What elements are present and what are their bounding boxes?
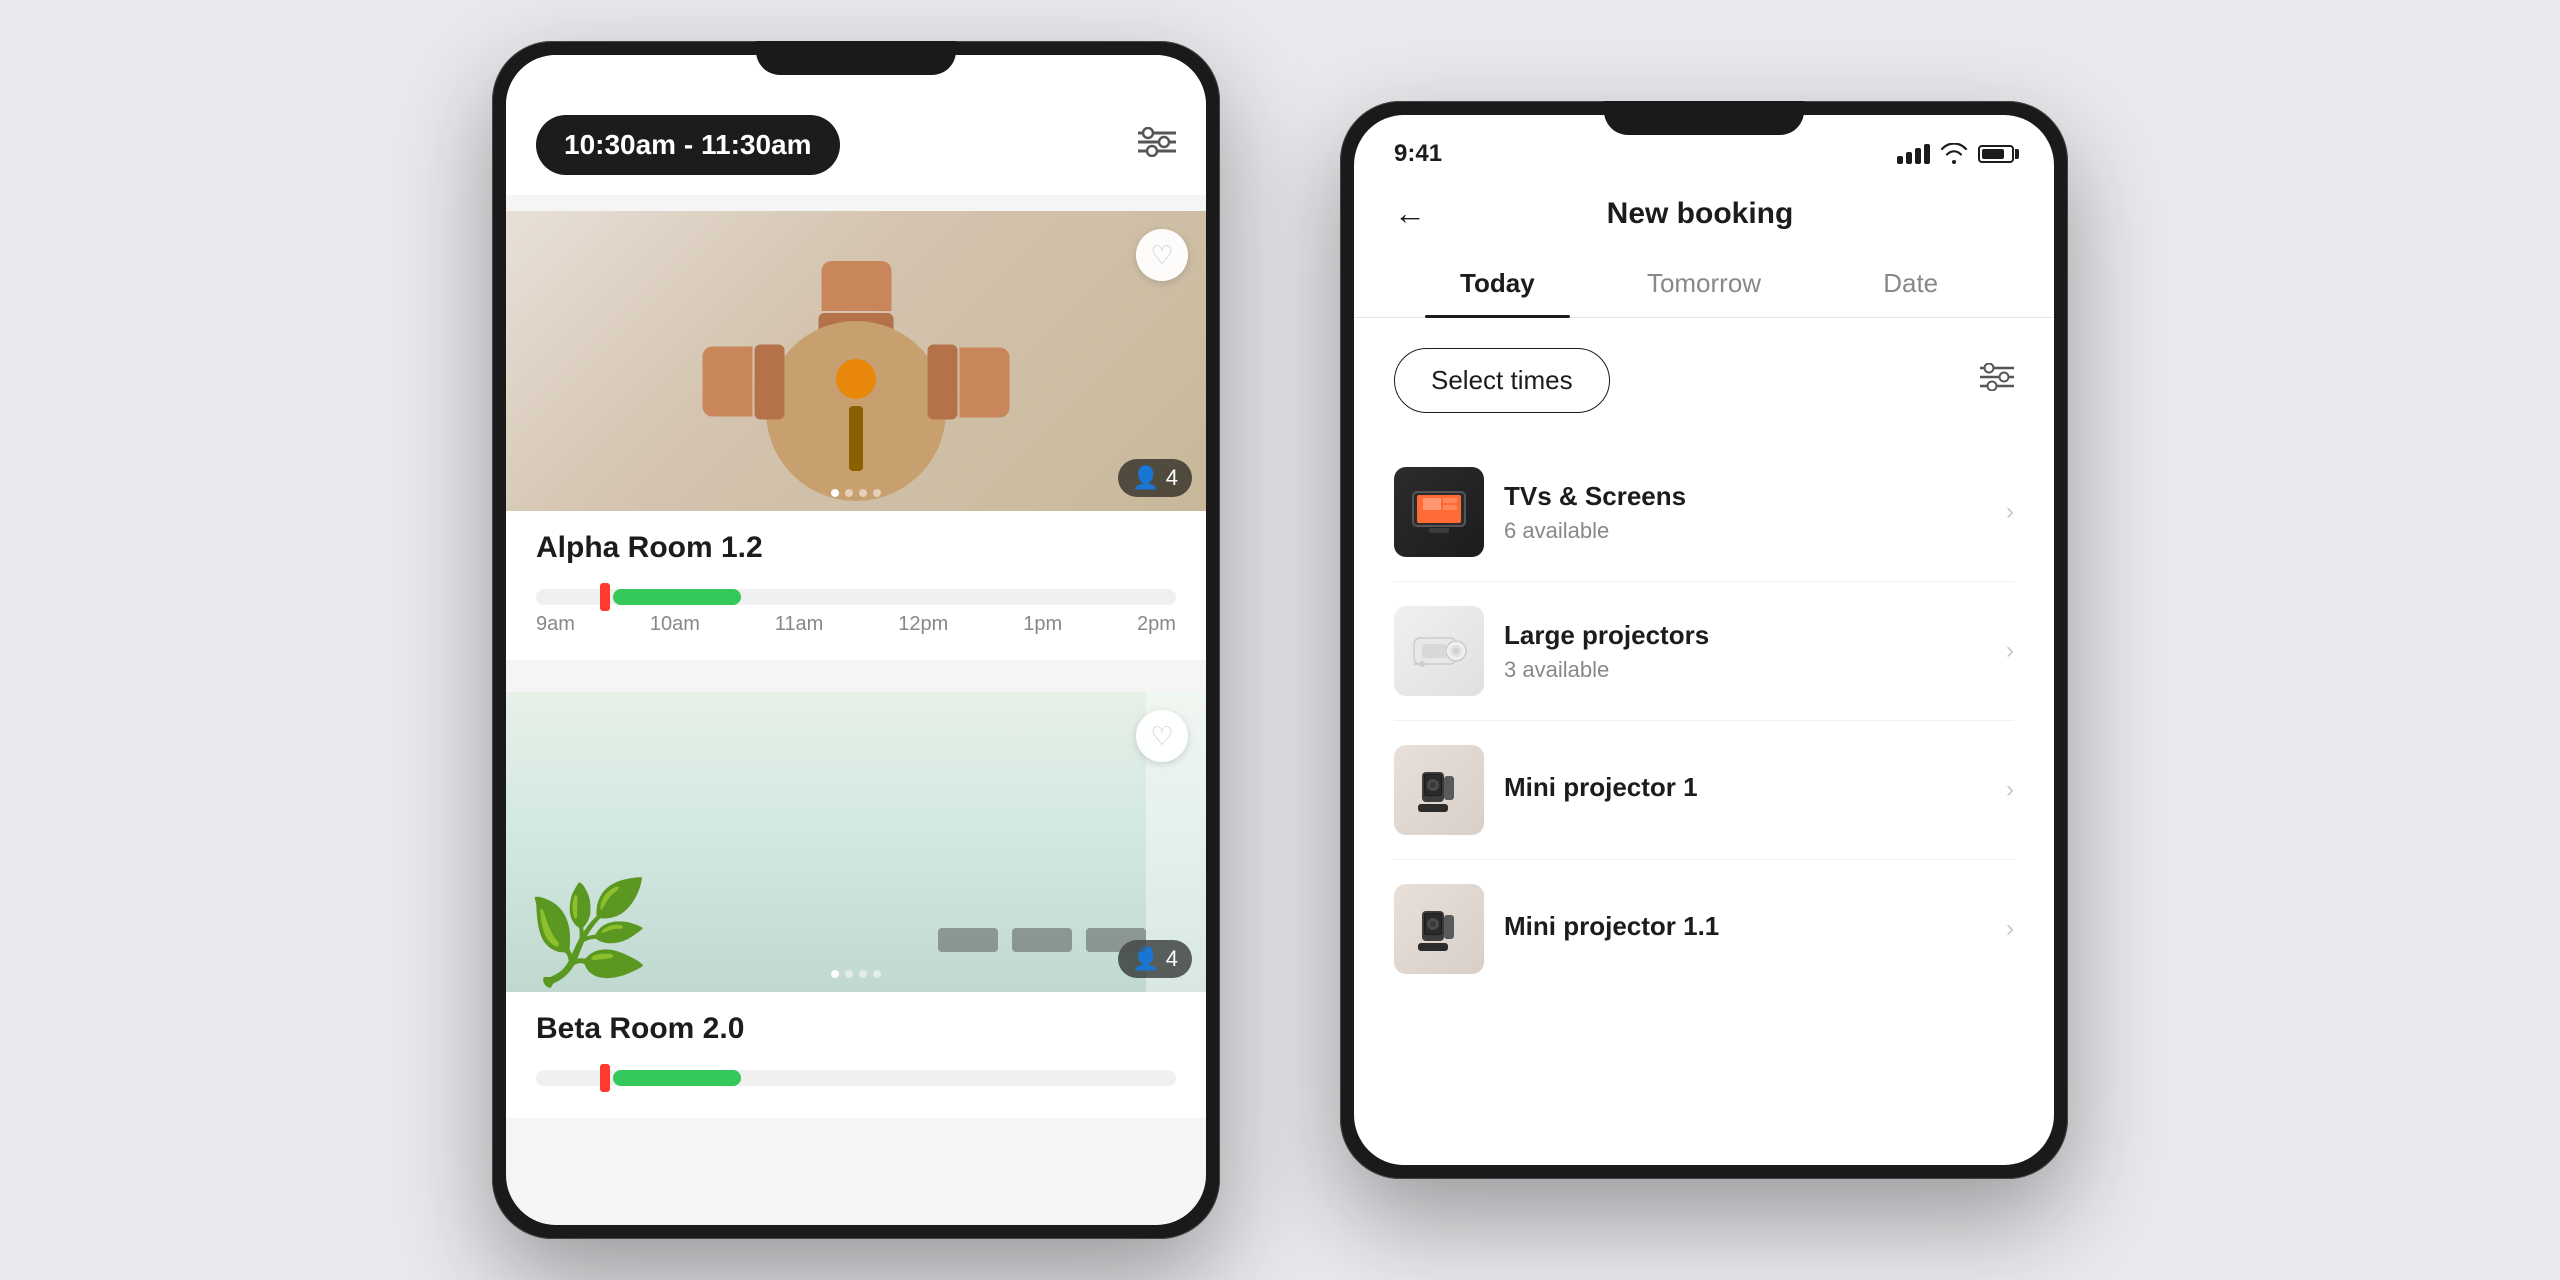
room-card-beta[interactable]: 🌿 ♡ 👤 4 xyxy=(506,692,1206,1118)
phone-1: 10:30am - 11:30am xyxy=(492,41,1220,1239)
phone2-header: ← New booking xyxy=(1354,175,2054,252)
filter-button[interactable] xyxy=(1980,362,2014,399)
back-button[interactable]: ← xyxy=(1394,195,1426,232)
room-card-alpha[interactable]: ♡ 👤 4 Alpha Room 1.2 xyxy=(506,211,1206,660)
chevron-mini1-1: › xyxy=(2006,915,2014,943)
status-icons xyxy=(1897,143,2014,165)
info-tvs: TVs & Screens 6 available xyxy=(1484,481,2006,544)
battery-icon xyxy=(1978,145,2014,163)
item-name-projectors: Large projectors xyxy=(1504,620,1986,651)
notch-1 xyxy=(756,41,956,75)
thumb-mini1-1 xyxy=(1394,884,1484,974)
tab-date[interactable]: Date xyxy=(1807,252,2014,317)
timeline-labels-alpha: 9am10am11am12pm1pm2pm xyxy=(536,613,1176,636)
item-avail-projectors: 3 available xyxy=(1504,657,1986,683)
room-info-alpha: Alpha Room 1.2 xyxy=(506,511,1206,575)
actions-row: Select times xyxy=(1354,348,2054,413)
list-item-tvs[interactable]: TVs & Screens 6 available › xyxy=(1354,443,2054,581)
list-item-mini1[interactable]: Mini projector 1 › xyxy=(1354,721,2054,859)
item-name-mini1: Mini projector 1 xyxy=(1504,772,1986,803)
item-name-mini1-1: Mini projector 1.1 xyxy=(1504,911,1986,942)
chevron-mini1: › xyxy=(2006,776,2014,804)
chevron-projectors: › xyxy=(2006,637,2014,665)
phone1-header: 10:30am - 11:30am xyxy=(506,55,1206,195)
wifi-icon xyxy=(1940,143,1968,165)
info-mini1: Mini projector 1 xyxy=(1484,772,2006,809)
tab-tomorrow[interactable]: Tomorrow xyxy=(1601,252,1808,317)
room-name-alpha: Alpha Room 1.2 xyxy=(536,531,1176,565)
item-avail-tvs: 6 available xyxy=(1504,518,1986,544)
favorite-btn-alpha[interactable]: ♡ xyxy=(1136,229,1188,281)
filter-icon[interactable] xyxy=(1138,124,1176,166)
page-title: New booking xyxy=(1426,197,1974,231)
chevron-tvs: › xyxy=(2006,498,2014,526)
notch-2 xyxy=(1604,101,1804,135)
room-image-alpha: ♡ 👤 4 xyxy=(506,211,1206,511)
dot-indicators-alpha xyxy=(831,489,881,497)
time-range-pill[interactable]: 10:30am - 11:30am xyxy=(536,115,840,175)
info-mini1-1: Mini projector 1.1 xyxy=(1484,911,2006,948)
room-image-beta: 🌿 ♡ 👤 4 xyxy=(506,692,1206,992)
phone-2: 9:41 xyxy=(1340,101,2068,1179)
signal-icon xyxy=(1897,144,1930,164)
status-time: 9:41 xyxy=(1394,140,1442,168)
date-tabs: Today Tomorrow Date xyxy=(1354,252,2054,318)
phone1-content: 10:30am - 11:30am xyxy=(506,55,1206,1225)
thumb-mini1 xyxy=(1394,745,1484,835)
table-scene xyxy=(696,241,1016,481)
timeline-beta xyxy=(506,1056,1206,1118)
timeline-alpha: 9am10am11am12pm1pm2pm xyxy=(506,575,1206,660)
list-item-mini1-1[interactable]: Mini projector 1.1 › xyxy=(1354,860,2054,998)
select-times-button[interactable]: Select times xyxy=(1394,348,1610,413)
dot-indicators-beta xyxy=(831,970,881,978)
thumb-tvs xyxy=(1394,467,1484,557)
list-item-projectors[interactable]: Large projectors 3 available › xyxy=(1354,582,2054,720)
info-projectors: Large projectors 3 available xyxy=(1484,620,2006,683)
tab-today[interactable]: Today xyxy=(1394,252,1601,317)
capacity-badge-alpha: 👤 4 xyxy=(1118,459,1192,497)
room-info-beta: Beta Room 2.0 xyxy=(506,992,1206,1056)
thumb-projectors xyxy=(1394,606,1484,696)
phone2-content: 9:41 xyxy=(1354,115,2054,1165)
item-name-tvs: TVs & Screens xyxy=(1504,481,1986,512)
room-name-beta: Beta Room 2.0 xyxy=(536,1012,1176,1046)
favorite-btn-beta[interactable]: ♡ xyxy=(1136,710,1188,762)
